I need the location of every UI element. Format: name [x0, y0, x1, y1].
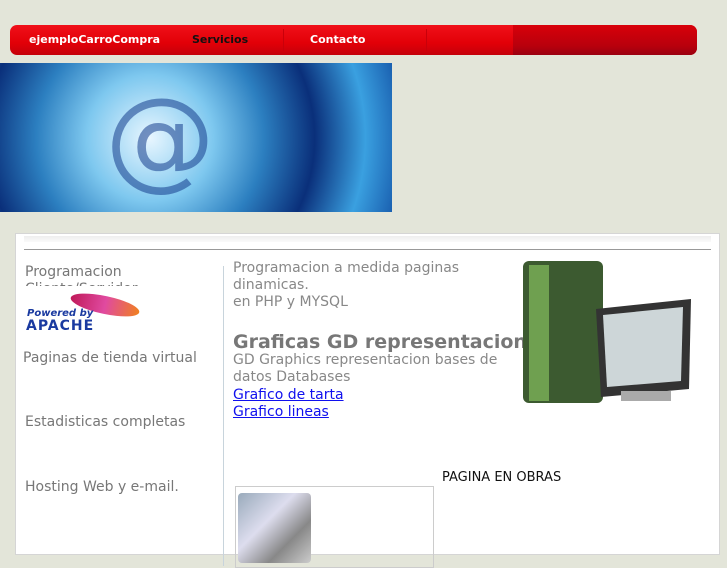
- nav-end: [513, 25, 697, 55]
- apache-logo-text: APACHE: [26, 318, 95, 334]
- column-divider: [223, 266, 224, 566]
- top-nav: ejemploCarroCompra Servicios Contacto: [10, 25, 697, 55]
- nav-ejemplo-carro[interactable]: ejemploCarroCompra: [29, 33, 160, 46]
- sidebar-item-programacion[interactable]: Programacion Cliente/Servidor: [25, 264, 145, 286]
- intro-text-2: en PHP y MYSQL: [233, 294, 348, 310]
- apache-logo: Powered by APACHE: [25, 288, 142, 334]
- computer-image: [523, 261, 691, 403]
- section-description: GD Graphics representacion bases de dato…: [233, 352, 498, 385]
- divider: [24, 249, 711, 250]
- nav-contacto[interactable]: Contacto: [310, 33, 365, 46]
- obras-notice: PAGINA EN OBRAS: [442, 470, 562, 485]
- section-heading: Graficas GD representacion: [233, 331, 527, 353]
- image-frame: [235, 486, 434, 568]
- sidebar-item-hosting[interactable]: Hosting Web y e-mail.: [25, 479, 179, 495]
- content-box: Programacion Cliente/Servidor Powered by…: [15, 233, 720, 568]
- link-grafico-tarta[interactable]: Grafico de tarta: [233, 387, 344, 403]
- sidebar-item-tienda[interactable]: Paginas de tienda virtual: [23, 350, 197, 366]
- banner-image: @: [0, 63, 392, 212]
- sidebar-item-estadisticas[interactable]: Estadisticas completas: [25, 414, 185, 430]
- nav-servicios[interactable]: Servicios: [192, 33, 248, 46]
- nav-divider: [283, 29, 284, 51]
- link-grafico-lineas[interactable]: Grafico lineas: [233, 404, 329, 420]
- intro-text: Programacion a medida paginas dinamicas.: [233, 260, 460, 293]
- divider: [24, 236, 711, 242]
- at-icon: @: [105, 74, 215, 202]
- nav-divider: [426, 29, 427, 51]
- office-photo: [238, 493, 311, 563]
